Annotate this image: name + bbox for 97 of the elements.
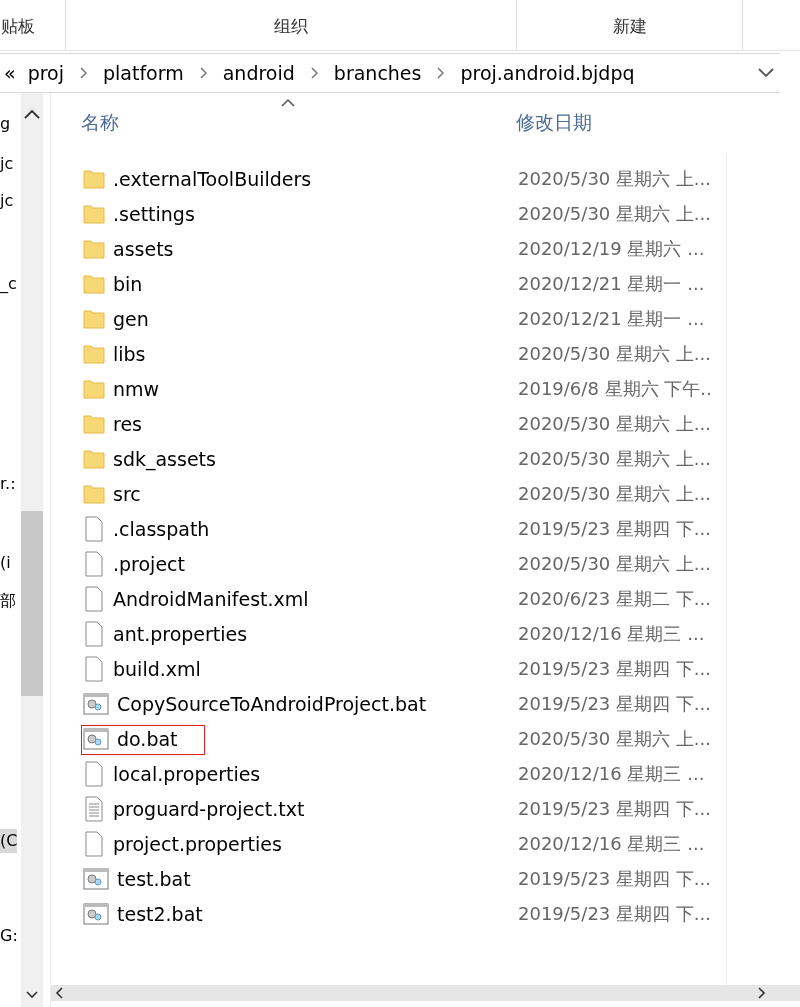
- file-icon: [83, 830, 105, 857]
- column-header[interactable]: 修改日期: [516, 110, 592, 136]
- file-icon: [83, 655, 105, 682]
- file-name[interactable]: proguard-project.txt: [113, 797, 305, 820]
- nav-item[interactable]: 部: [0, 589, 16, 613]
- ribbon-group-label: 贴板: [1, 15, 35, 38]
- date-cell: 2019/5/23 星期四 下...: [518, 516, 711, 541]
- file-name[interactable]: .externalToolBuilders: [113, 167, 312, 190]
- date-cell: 2020/5/30 星期六 上...: [518, 166, 711, 191]
- dropdown-icon[interactable]: [758, 68, 774, 78]
- nav-item[interactable]: jc: [0, 189, 14, 213]
- date-cell: 2019/5/23 星期四 下...: [518, 796, 711, 821]
- file-name[interactable]: src: [113, 482, 141, 505]
- file-name[interactable]: bin: [113, 272, 143, 295]
- folder-icon: [83, 447, 105, 470]
- nav-item[interactable]: r.:: [0, 472, 16, 496]
- column-header[interactable]: 名称: [81, 110, 516, 136]
- file-name[interactable]: sdk_assets: [113, 447, 216, 470]
- nav-item[interactable]: (i: [0, 551, 11, 575]
- date-cell: 2020/5/30 星期六 上...: [518, 446, 711, 471]
- nav-item[interactable]: jc: [0, 152, 14, 176]
- date-cell: 2020/5/30 星期六 上...: [518, 341, 711, 366]
- ribbon-group-label: 新建: [612, 15, 647, 38]
- date-cell: 2020/5/30 星期六 上...: [518, 481, 711, 506]
- gear-window-icon: [83, 902, 109, 925]
- date-cell: 2020/12/16 星期三 ...: [518, 831, 705, 856]
- file-name[interactable]: libs: [113, 342, 146, 365]
- date-cell: 2019/6/8 星期六 下午..: [518, 376, 712, 401]
- scroll-left-icon[interactable]: [55, 987, 63, 999]
- file-icon: [83, 515, 105, 542]
- file-name[interactable]: local.properties: [113, 762, 261, 785]
- date-cell: 2019/5/23 星期四 下...: [518, 901, 711, 926]
- date-cell: 2019/5/23 星期四 下...: [518, 866, 711, 891]
- nav-item[interactable]: _c: [0, 272, 17, 296]
- date-cell: 2020/5/30 星期六 上...: [518, 551, 711, 576]
- file-icon: [83, 760, 105, 787]
- date-cell: 2020/12/19 星期六 ...: [518, 236, 705, 261]
- scroll-right-icon[interactable]: [758, 987, 766, 999]
- nav-item[interactable]: (C: [0, 829, 18, 853]
- scroll-up-icon[interactable]: [24, 109, 40, 119]
- chevron-right-icon: [310, 67, 318, 79]
- file-name[interactable]: nmw: [113, 377, 160, 400]
- folder-icon: [83, 342, 105, 365]
- date-cell: 2020/5/30 星期六 上...: [518, 201, 711, 226]
- file-name[interactable]: gen: [113, 307, 149, 330]
- chevron-right-icon: [199, 67, 207, 79]
- folder-icon: [83, 482, 105, 505]
- date-cell: 2019/5/23 星期四 下...: [518, 656, 711, 681]
- folder-icon: [83, 412, 105, 435]
- date-cell: 2019/5/23 星期四 下...: [518, 691, 711, 716]
- gear-window-icon: [83, 692, 109, 715]
- breadcrumb-item[interactable]: platform: [99, 62, 188, 84]
- chevron-right-icon: [80, 67, 87, 79]
- file-name[interactable]: project.properties: [113, 832, 282, 855]
- breadcrumb-item[interactable]: android: [218, 62, 299, 84]
- file-name[interactable]: CopySourceToAndroidProject.bat: [117, 692, 427, 715]
- date-cell: 2020/6/23 星期二 下...: [518, 586, 711, 611]
- date-cell: 2020/12/16 星期三 ...: [518, 761, 705, 786]
- file-name[interactable]: test2.bat: [117, 902, 203, 925]
- breadcrumb-item[interactable]: branches: [329, 62, 426, 84]
- date-cell: 2020/5/30 星期六 上...: [518, 726, 711, 751]
- date-cell: 2020/12/16 星期三 ...: [518, 621, 705, 646]
- file-name[interactable]: AndroidManifest.xml: [113, 587, 309, 610]
- file-name[interactable]: build.xml: [113, 657, 201, 680]
- file-icon: [83, 550, 105, 577]
- file-name[interactable]: .project: [113, 552, 185, 575]
- file-name[interactable]: do.bat: [117, 727, 178, 750]
- folder-icon: [83, 307, 105, 330]
- nav-item[interactable]: G:: [0, 924, 18, 948]
- file-icon: [83, 620, 105, 647]
- ribbon-group-label: 组织: [274, 15, 308, 38]
- date-cell: 2020/12/21 星期一 ...: [518, 271, 705, 296]
- date-cell: 2020/5/30 星期六 上...: [518, 411, 711, 436]
- file-name[interactable]: .settings: [113, 202, 195, 225]
- file-name[interactable]: ant.properties: [113, 622, 248, 645]
- file-name[interactable]: assets: [113, 237, 174, 260]
- scroll-down-icon[interactable]: [26, 991, 38, 999]
- breadcrumb-item[interactable]: proj.android.bjdpq: [456, 62, 639, 84]
- gear-window-icon: [83, 867, 109, 890]
- nav-item[interactable]: g: [0, 112, 11, 136]
- date-cell: 2020/12/21 星期一 ...: [518, 306, 705, 331]
- breadcrumb-item[interactable]: proj: [23, 62, 68, 84]
- folder-icon: [83, 237, 105, 260]
- folder-icon: [83, 202, 105, 225]
- file-name[interactable]: res: [113, 412, 142, 435]
- folder-icon: [83, 272, 105, 295]
- chevron-right-icon: [437, 67, 445, 79]
- file-name[interactable]: .classpath: [113, 517, 210, 540]
- text-file-icon: [83, 795, 105, 822]
- sort-up-icon: [281, 99, 295, 107]
- file-name[interactable]: test.bat: [117, 867, 191, 890]
- folder-icon: [83, 377, 105, 400]
- gear-window-icon: [83, 727, 109, 750]
- overflow-button[interactable]: «: [0, 62, 24, 84]
- file-icon: [83, 585, 105, 612]
- scrollbar-thumb[interactable]: [21, 511, 43, 696]
- folder-icon: [83, 167, 105, 190]
